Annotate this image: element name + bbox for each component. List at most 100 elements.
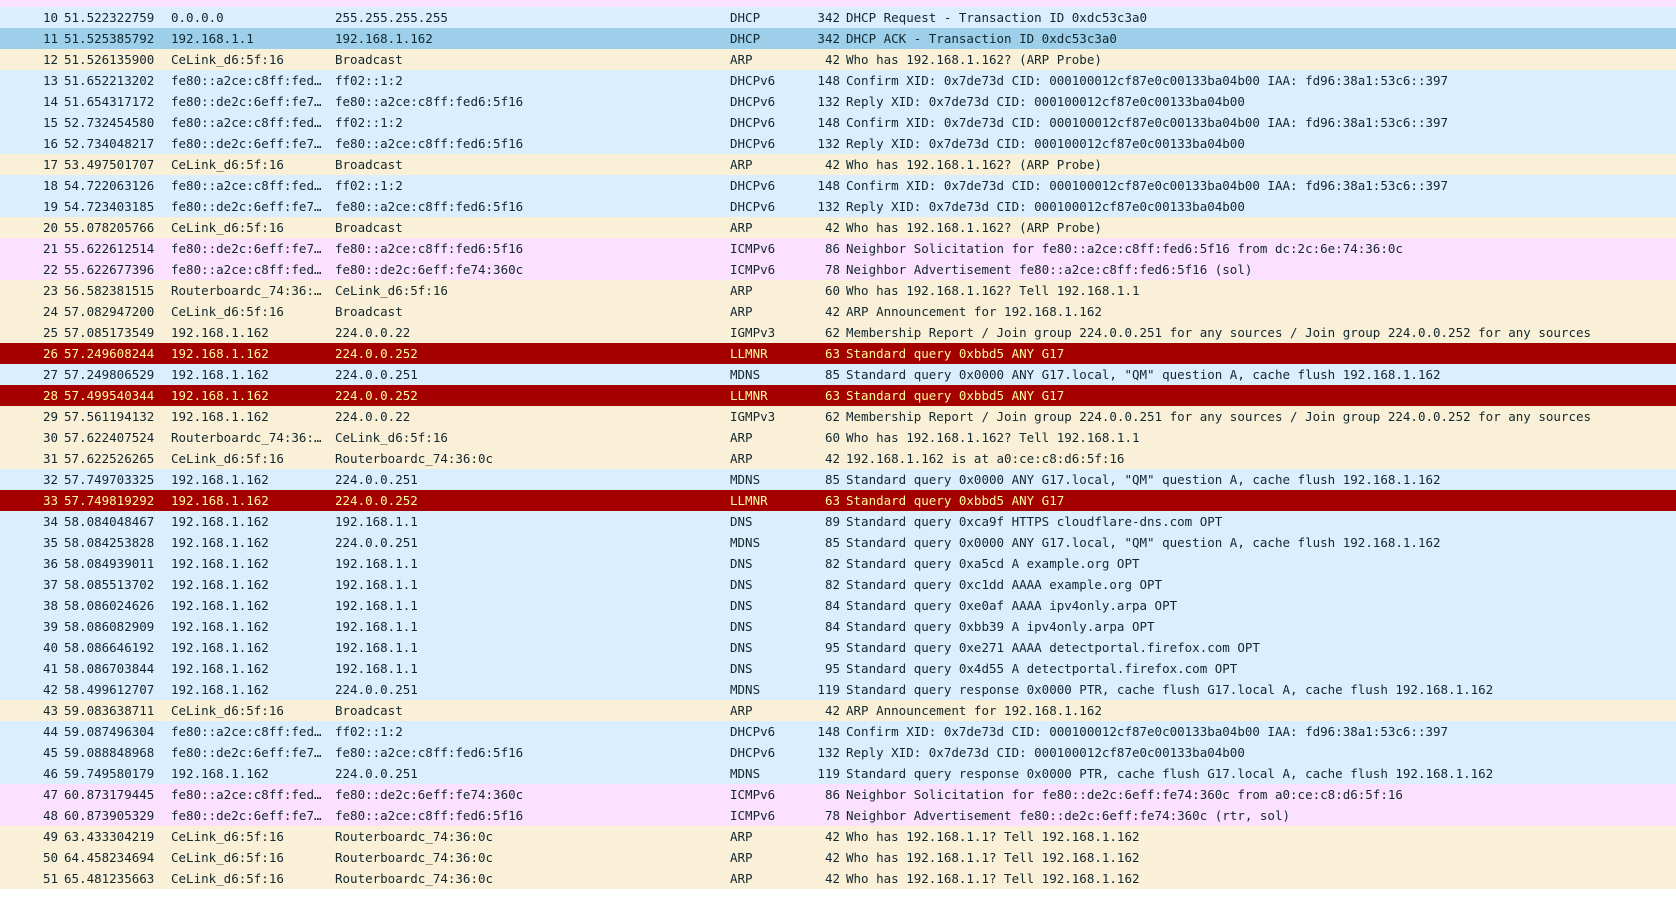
packet-source: CeLink_d6:5f:16 xyxy=(171,703,284,718)
packet-row[interactable]: 40 58.086646192 192.168.1.162 192.168.1.1 DN… xyxy=(0,637,1676,658)
packet-source: Routerboardc_74:36:… xyxy=(171,283,322,298)
packet-info: Standard query response 0x0000 PTR, cach… xyxy=(846,766,1494,781)
packet-row-selected[interactable]: 11 51.525385792 192.168.1.1 192.168.1.162 DH… xyxy=(0,28,1676,49)
packet-row[interactable]: 37 58.085513702 192.168.1.162 192.168.1.1 DN… xyxy=(0,574,1676,595)
packet-info: Standard query 0xca9f HTTPS cloudflare-d… xyxy=(846,514,1223,529)
packet-row[interactable]: 39 58.086082909 192.168.1.162 192.168.1.1 DN… xyxy=(0,616,1676,637)
partial-packet-row[interactable] xyxy=(0,0,1676,7)
packet-info: Who has 192.168.1.1? Tell 192.168.1.162 xyxy=(846,829,1140,844)
packet-row[interactable]: 15 52.732454580 fe80::a2ce:c8ff:fed… ff02::… xyxy=(0,112,1676,133)
packet-row[interactable]: 18 54.722063126 fe80::a2ce:c8ff:fed… ff02::… xyxy=(0,175,1676,196)
packet-row[interactable]: 25 57.085173549 192.168.1.162 224.0.0.22 IGM… xyxy=(0,322,1676,343)
packet-source: 192.168.1.162 xyxy=(171,346,269,361)
packet-row[interactable]: 24 57.082947200 CeLink_d6:5f:16 Broadcast AR… xyxy=(0,301,1676,322)
packet-source: 192.168.1.162 xyxy=(171,619,269,634)
packet-time: 57.561194132 xyxy=(64,409,155,424)
packet-destination: 255.255.255.255 xyxy=(335,10,448,25)
packet-time: 57.622407524 xyxy=(64,430,155,445)
packet-row[interactable]: 31 57.622526265 CeLink_d6:5f:16 Routerboard… xyxy=(0,448,1676,469)
packet-row[interactable]: 12 51.526135900 CeLink_d6:5f:16 Broadcast AR… xyxy=(0,49,1676,70)
packet-row[interactable]: 19 54.723403185 fe80::de2c:6eff:fe7… fe80::… xyxy=(0,196,1676,217)
packet-source: 192.168.1.162 xyxy=(171,661,269,676)
packet-source: fe80::de2c:6eff:fe7… xyxy=(171,745,322,760)
packet-number: 11 xyxy=(42,31,58,46)
packet-info: Membership Report / Join group 224.0.0.2… xyxy=(846,409,1592,424)
packet-source: fe80::de2c:6eff:fe7… xyxy=(171,199,322,214)
packet-row[interactable]: 23 56.582381515 Routerboardc_74:36:… CeLink… xyxy=(0,280,1676,301)
packet-row[interactable]: 42 58.499612707 192.168.1.162 224.0.0.251 MD… xyxy=(0,679,1676,700)
packet-length: 42 xyxy=(824,829,840,844)
packet-protocol: ARP xyxy=(730,871,753,886)
packet-row[interactable]: 22 55.622677396 fe80::a2ce:c8ff:fed… fe80::… xyxy=(0,259,1676,280)
packet-row[interactable]: 34 58.084048467 192.168.1.162 192.168.1.1 DN… xyxy=(0,511,1676,532)
packet-row[interactable]: 38 58.086024626 192.168.1.162 192.168.1.1 DN… xyxy=(0,595,1676,616)
packet-number: 20 xyxy=(42,220,58,235)
packet-row[interactable]: 35 58.084253828 192.168.1.162 224.0.0.251 MD… xyxy=(0,532,1676,553)
packet-length: 82 xyxy=(824,556,840,571)
packet-row[interactable]: 32 57.749703325 192.168.1.162 224.0.0.251 MD… xyxy=(0,469,1676,490)
packet-row[interactable]: 48 60.873905329 fe80::de2c:6eff:fe7… fe80::… xyxy=(0,805,1676,826)
packet-destination: Broadcast xyxy=(335,304,403,319)
packet-length: 119 xyxy=(817,682,840,697)
packet-row[interactable]: 46 59.749580179 192.168.1.162 224.0.0.251 MD… xyxy=(0,763,1676,784)
packet-row[interactable]: 20 55.078205766 CeLink_d6:5f:16 Broadcast AR… xyxy=(0,217,1676,238)
packet-source: 192.168.1.162 xyxy=(171,388,269,403)
packet-info: Standard query 0x0000 ANY G17.local, "QM… xyxy=(846,535,1441,550)
packet-time: 65.481235663 xyxy=(64,871,155,886)
packet-row[interactable]: 41 58.086703844 192.168.1.162 192.168.1.1 DN… xyxy=(0,658,1676,679)
packet-source: CeLink_d6:5f:16 xyxy=(171,850,284,865)
packet-row[interactable]: 49 63.433304219 CeLink_d6:5f:16 Routerboard… xyxy=(0,826,1676,847)
packet-source: 192.168.1.162 xyxy=(171,766,269,781)
packet-row[interactable]: 10 51.522322759 0.0.0.0 255.255.255.255 DHCP… xyxy=(0,7,1676,28)
packet-destination: fe80::a2ce:c8ff:fed6:5f16 xyxy=(335,94,524,109)
packet-row[interactable]: 43 59.083638711 CeLink_d6:5f:16 Broadcast AR… xyxy=(0,700,1676,721)
packet-row[interactable]: 28 57.499540344 192.168.1.162 224.0.0.252 LL… xyxy=(0,385,1676,406)
packet-source: 192.168.1.162 xyxy=(171,493,269,508)
packet-source: 192.168.1.162 xyxy=(171,535,269,550)
packet-source: CeLink_d6:5f:16 xyxy=(171,157,284,172)
packet-source: 192.168.1.162 xyxy=(171,409,269,424)
packet-row[interactable]: 51 65.481235663 CeLink_d6:5f:16 Routerboard… xyxy=(0,868,1676,889)
packet-row[interactable]: 26 57.249608244 192.168.1.162 224.0.0.252 LL… xyxy=(0,343,1676,364)
packet-number: 44 xyxy=(42,724,58,739)
packet-time: 56.582381515 xyxy=(64,283,155,298)
packet-info: Who has 192.168.1.162? (ARP Probe) xyxy=(846,52,1102,67)
packet-destination: 192.168.1.1 xyxy=(335,619,418,634)
packet-length: 342 xyxy=(817,31,840,46)
packet-time: 57.249608244 xyxy=(64,346,155,361)
packet-destination: fe80::a2ce:c8ff:fed6:5f16 xyxy=(335,808,524,823)
packet-destination: Routerboardc_74:36:0c xyxy=(335,829,494,844)
packet-number: 19 xyxy=(42,199,58,214)
packet-row[interactable]: 16 52.734048217 fe80::de2c:6eff:fe7… fe80::… xyxy=(0,133,1676,154)
packet-destination: 224.0.0.251 xyxy=(335,367,418,382)
packet-time: 58.086703844 xyxy=(64,661,155,676)
packet-time: 58.086024626 xyxy=(64,598,155,613)
packet-time: 59.083638711 xyxy=(64,703,155,718)
packet-protocol: DNS xyxy=(730,556,753,571)
packet-row[interactable]: 29 57.561194132 192.168.1.162 224.0.0.22 IGM… xyxy=(0,406,1676,427)
packet-length: 85 xyxy=(824,367,840,382)
packet-info: Standard query 0xe0af AAAA ipv4only.arpa… xyxy=(846,598,1178,613)
packet-number: 38 xyxy=(42,598,58,613)
packet-row[interactable]: 21 55.622612514 fe80::de2c:6eff:fe7… fe80::… xyxy=(0,238,1676,259)
packet-row[interactable]: 30 57.622407524 Routerboardc_74:36:… CeLink… xyxy=(0,427,1676,448)
packet-protocol: DHCPv6 xyxy=(730,178,776,193)
packet-row[interactable]: 14 51.654317172 fe80::de2c:6eff:fe7… fe80::… xyxy=(0,91,1676,112)
packet-length: 42 xyxy=(824,871,840,886)
packet-source: 192.168.1.162 xyxy=(171,514,269,529)
packet-row[interactable]: 45 59.088848968 fe80::de2c:6eff:fe7… fe80::… xyxy=(0,742,1676,763)
packet-row[interactable]: 50 64.458234694 CeLink_d6:5f:16 Routerboard… xyxy=(0,847,1676,868)
packet-row[interactable]: 33 57.749819292 192.168.1.162 224.0.0.252 LL… xyxy=(0,490,1676,511)
packet-row[interactable]: 13 51.652213202 fe80::a2ce:c8ff:fed… ff02::… xyxy=(0,70,1676,91)
packet-length: 86 xyxy=(824,787,840,802)
packet-row[interactable]: 27 57.249806529 192.168.1.162 224.0.0.251 MD… xyxy=(0,364,1676,385)
packet-destination: 224.0.0.252 xyxy=(335,493,418,508)
packet-row[interactable]: 44 59.087496304 fe80::a2ce:c8ff:fed… ff02::… xyxy=(0,721,1676,742)
packet-row[interactable]: 36 58.084939011 192.168.1.162 192.168.1.1 DN… xyxy=(0,553,1676,574)
packet-destination: ff02::1:2 xyxy=(335,178,403,193)
packet-row[interactable]: 17 53.497501707 CeLink_d6:5f:16 Broadcast AR… xyxy=(0,154,1676,175)
packet-protocol: ICMPv6 xyxy=(730,808,776,823)
packet-list[interactable]: 10 51.522322759 0.0.0.0 255.255.255.255 DHCP… xyxy=(0,0,1676,889)
packet-row[interactable]: 47 60.873179445 fe80::a2ce:c8ff:fed… fe80::… xyxy=(0,784,1676,805)
packet-number: 34 xyxy=(42,514,58,529)
